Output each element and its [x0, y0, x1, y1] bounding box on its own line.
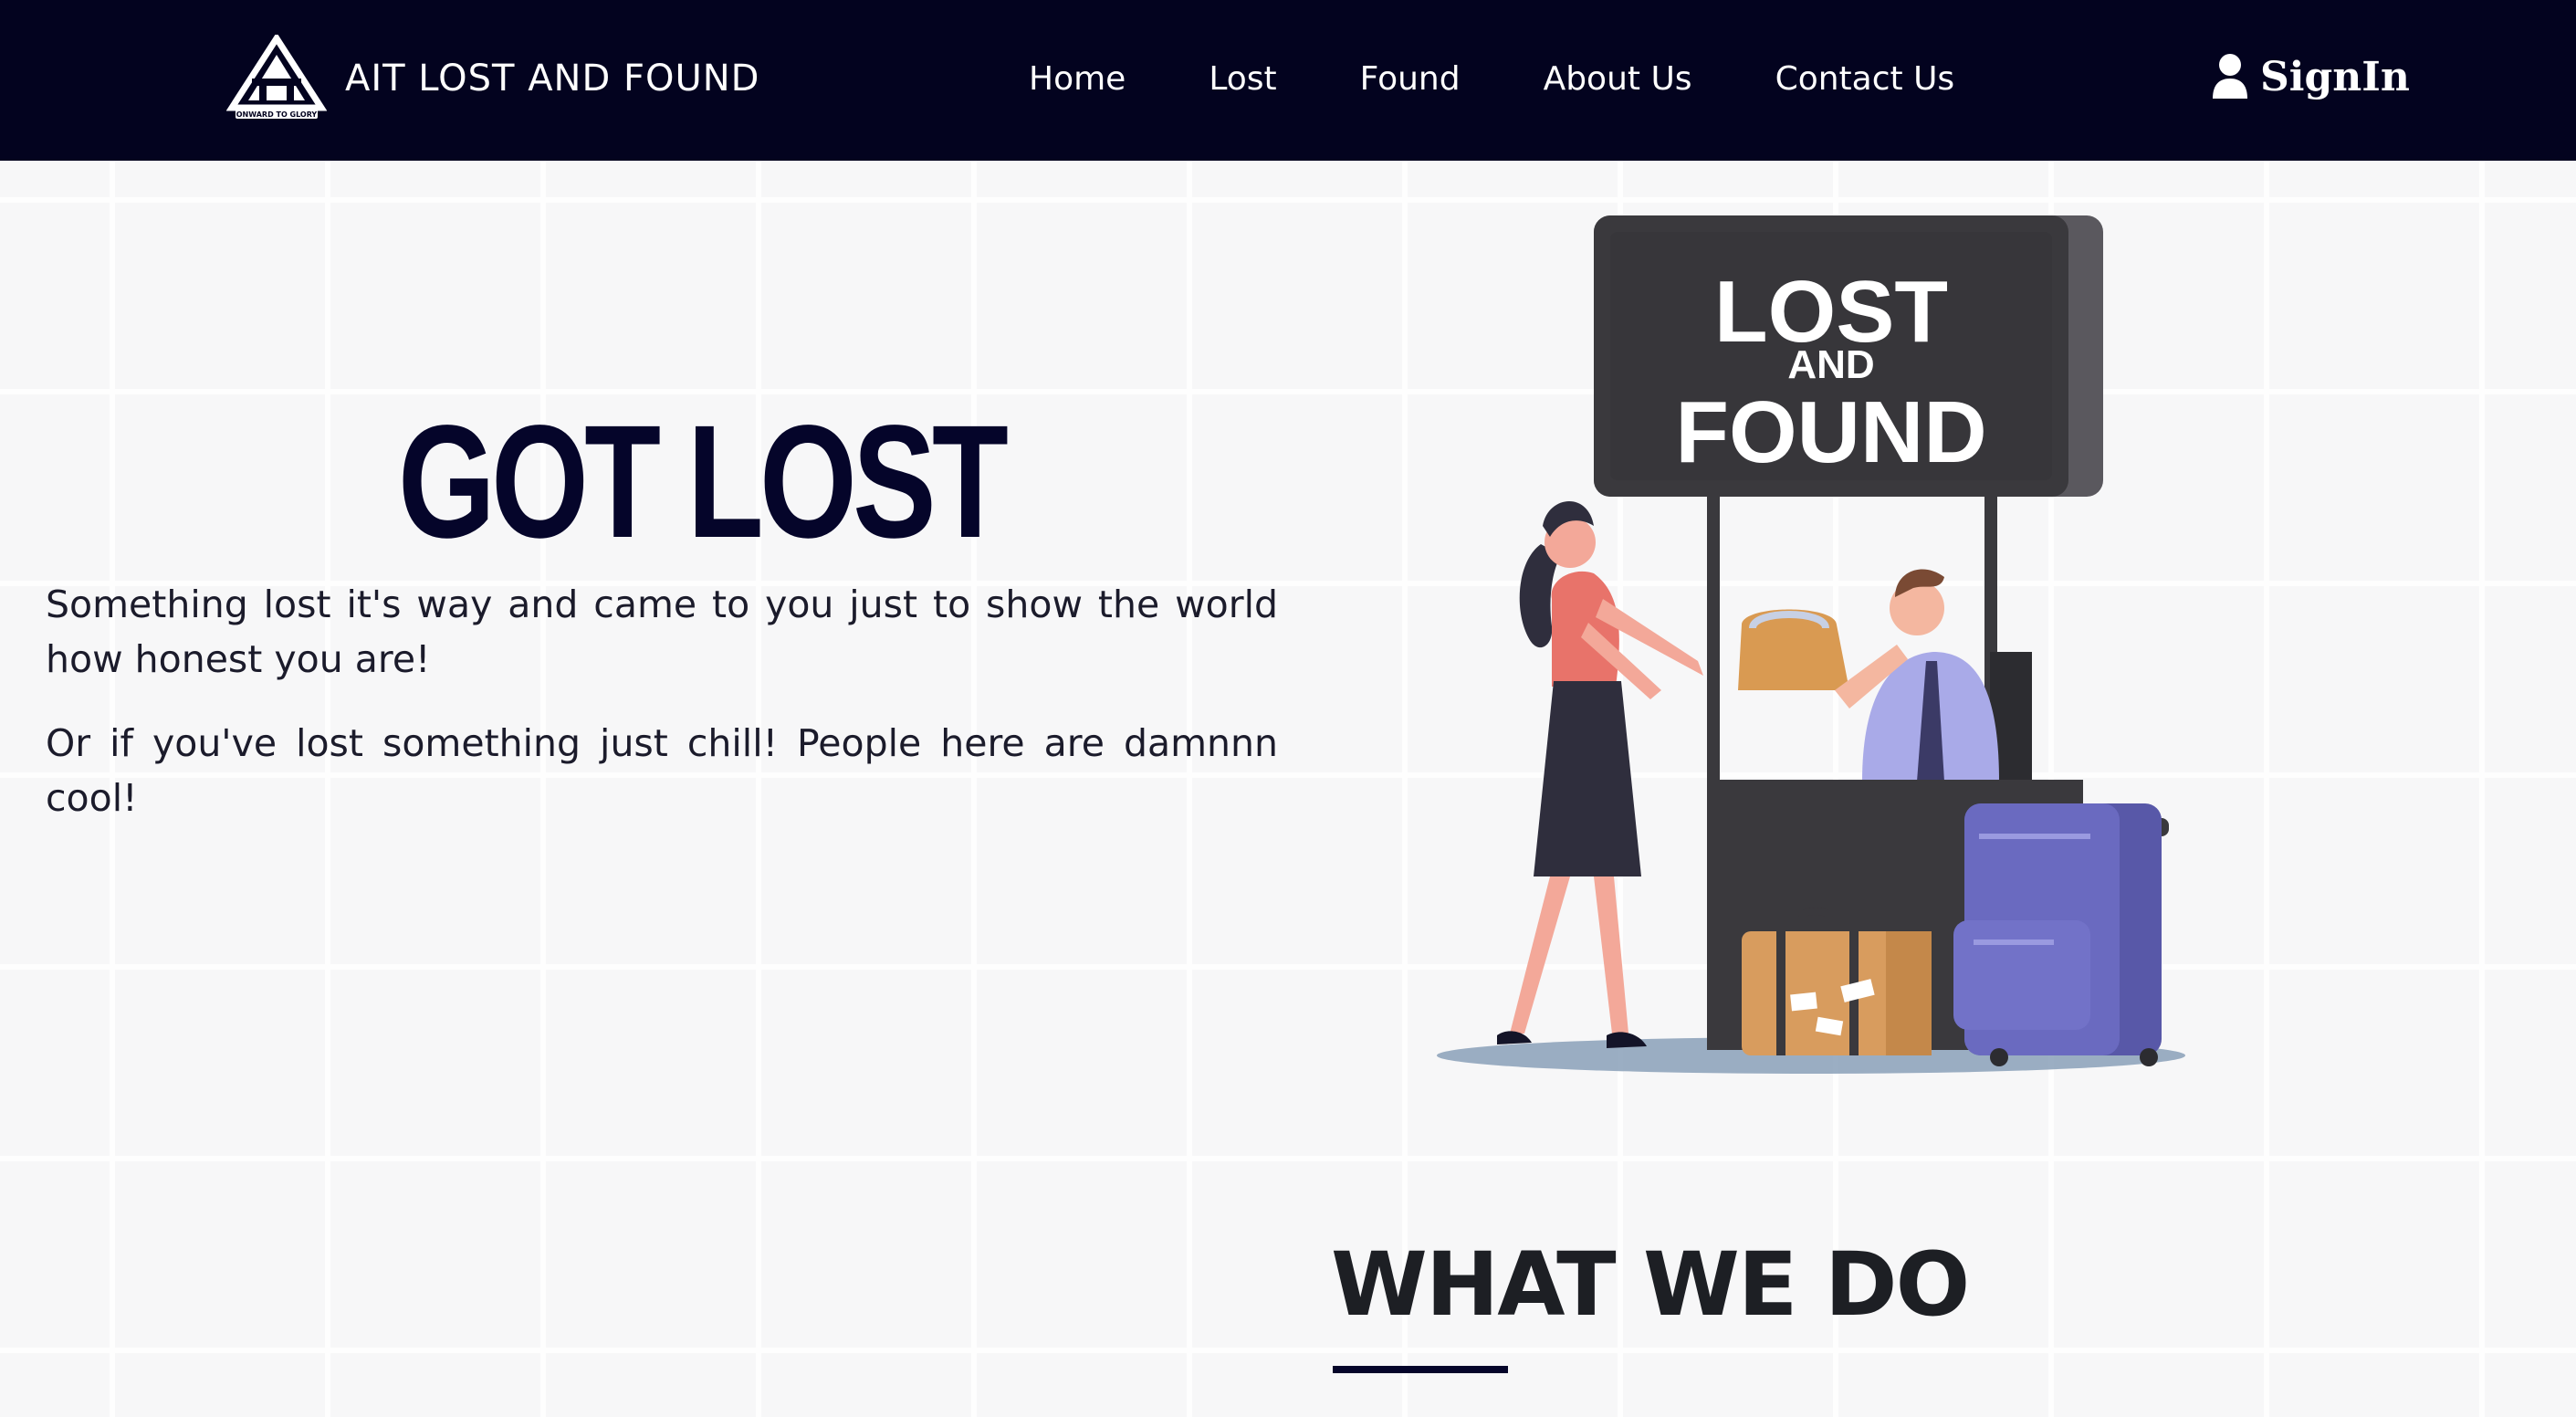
nav-link-contact-us[interactable]: Contact Us: [1775, 60, 1955, 98]
nav-link-found[interactable]: Found: [1360, 60, 1461, 98]
top-navbar: ONWARD TO GLORY AIT LOST AND FOUND Home …: [0, 0, 2576, 161]
signin-button[interactable]: SignIn: [2211, 47, 2410, 106]
hero-paragraph: Something lost it's way and came to you …: [46, 583, 1278, 681]
hero-title: GOT LOST: [398, 393, 1009, 572]
signin-label: SignIn: [2260, 53, 2410, 100]
ait-logo-icon: ONWARD TO GLORY: [226, 35, 327, 119]
lost-and-found-illustration: LOST AND FOUND: [1437, 215, 2185, 1074]
section-title-underline: [1333, 1366, 1508, 1373]
brand[interactable]: ONWARD TO GLORY AIT LOST AND FOUND: [226, 35, 759, 122]
nav-link-about-us[interactable]: About Us: [1544, 60, 1692, 98]
brand-name: AIT LOST AND FOUND: [345, 58, 760, 100]
svg-text:ONWARD TO GLORY: ONWARD TO GLORY: [236, 110, 318, 119]
hero-paragraph: Or if you've lost something just chill! …: [46, 721, 1278, 820]
nav-link-lost[interactable]: Lost: [1209, 60, 1276, 98]
section-title: WHAT WE DO: [1331, 1233, 1970, 1336]
user-icon: [2213, 54, 2247, 99]
nav-link-home[interactable]: Home: [1029, 60, 1126, 98]
nav-menu: Home Lost Found About Us Contact Us: [1029, 53, 1954, 104]
sign-text-and: AND: [1787, 342, 1874, 387]
hero-description: Something lost it's way and came to you …: [46, 577, 1278, 855]
sign-text-found: FOUND: [1675, 383, 1986, 481]
